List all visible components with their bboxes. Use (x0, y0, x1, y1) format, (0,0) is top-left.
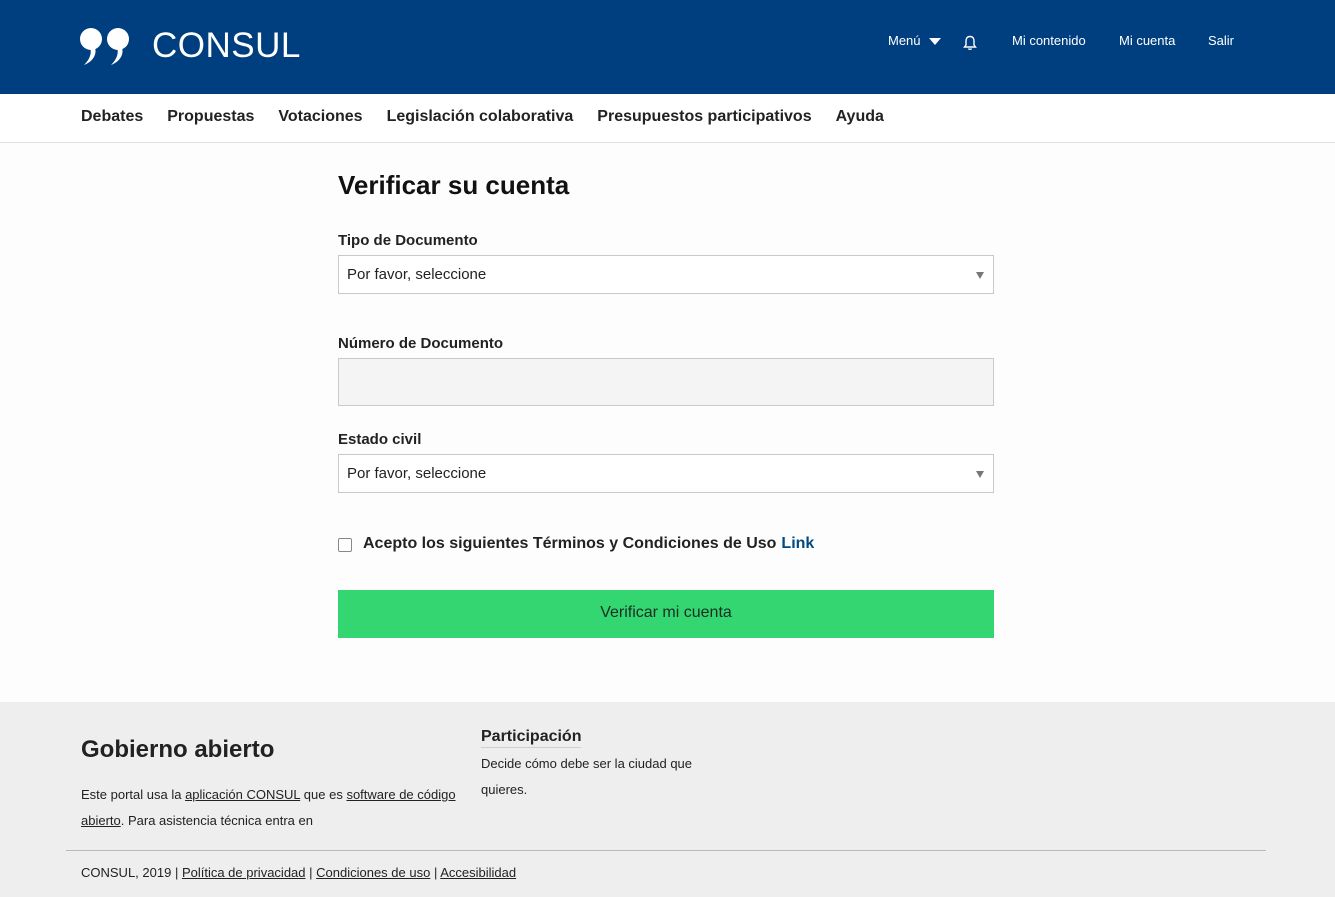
footer-desc-prefix: Este portal usa la (81, 787, 186, 802)
chevron-down-icon (928, 37, 941, 45)
document-number-input[interactable] (338, 358, 994, 406)
page-title: Verificar su cuenta (338, 170, 570, 200)
nav-item-ayuda[interactable]: Ayuda (836, 108, 884, 126)
nav-item-propuestas[interactable]: Propuestas (167, 108, 254, 126)
separator: | (430, 865, 441, 880)
footer-desc-mid: que es (300, 787, 347, 802)
top-bar: CONSUL Menú Mi contenido Mi cuenta Salir (0, 0, 1335, 94)
my-content-link[interactable]: Mi contenido (1012, 33, 1086, 49)
footer-bottom: CONSUL, 2019 | Política de privacidad | … (81, 865, 516, 880)
notifications-button[interactable] (963, 35, 977, 55)
footer-desc-suffix: . Para asistencia técnica entra en (120, 813, 313, 828)
participation-title: Participación (481, 728, 582, 748)
nav-item-votaciones[interactable]: Votaciones (278, 108, 362, 126)
copyright: CONSUL, 2019 (81, 865, 172, 880)
footer-title: Gobierno abierto (81, 736, 275, 763)
civil-status-select[interactable]: Por favor, seleccione (338, 454, 994, 493)
nav-item-legislacion[interactable]: Legislación colaborativa (387, 108, 574, 126)
menu-dropdown[interactable]: Menú (888, 33, 941, 49)
participation-description: Decide cómo debe ser la ciudad que quier… (481, 756, 693, 797)
document-type-select[interactable]: Por favor, seleccione (338, 255, 994, 294)
separator: | (305, 865, 317, 880)
bell-icon (963, 35, 977, 51)
footer-description: Este portal usa la aplicación CONSUL que… (81, 782, 461, 834)
verify-account-button[interactable]: Verificar mi cuenta (338, 590, 994, 638)
document-type-label: Tipo de Documento (338, 232, 478, 249)
dropdown-arrow-icon (976, 471, 984, 478)
footer: Gobierno abierto Este portal usa la apli… (0, 702, 1335, 897)
privacy-policy-link[interactable]: Política de privacidad (182, 865, 306, 880)
my-account-link[interactable]: Mi cuenta (1119, 33, 1175, 49)
terms-checkbox[interactable] (338, 538, 352, 552)
terms-label: Acepto los siguientes Términos y Condici… (363, 535, 777, 552)
terms-link[interactable]: Link (781, 535, 814, 553)
main-nav: Debates Propuestas Votaciones Legislació… (0, 94, 1335, 143)
civil-status-value: Por favor, seleccione (347, 465, 487, 482)
logout-link[interactable]: Salir (1208, 33, 1234, 49)
separator: | (171, 865, 182, 880)
nav-item-debates[interactable]: Debates (81, 108, 143, 126)
document-type-value: Por favor, seleccione (347, 266, 487, 283)
menu-label: Menú (888, 33, 921, 48)
top-nav: Menú Mi contenido Mi cuenta Salir (0, 33, 1335, 53)
terms-of-use-link[interactable]: Condiciones de uso (316, 865, 430, 880)
accessibility-link[interactable]: Accesibilidad (440, 865, 516, 880)
terms-row: Acepto los siguientes Términos y Condici… (338, 535, 814, 553)
consul-app-link[interactable]: aplicación CONSUL (185, 787, 300, 802)
civil-status-label: Estado civil (338, 431, 422, 448)
document-number-label: Número de Documento (338, 335, 504, 352)
nav-item-presupuestos[interactable]: Presupuestos participativos (597, 108, 811, 126)
dropdown-arrow-icon (976, 272, 984, 279)
footer-divider (66, 850, 1266, 851)
